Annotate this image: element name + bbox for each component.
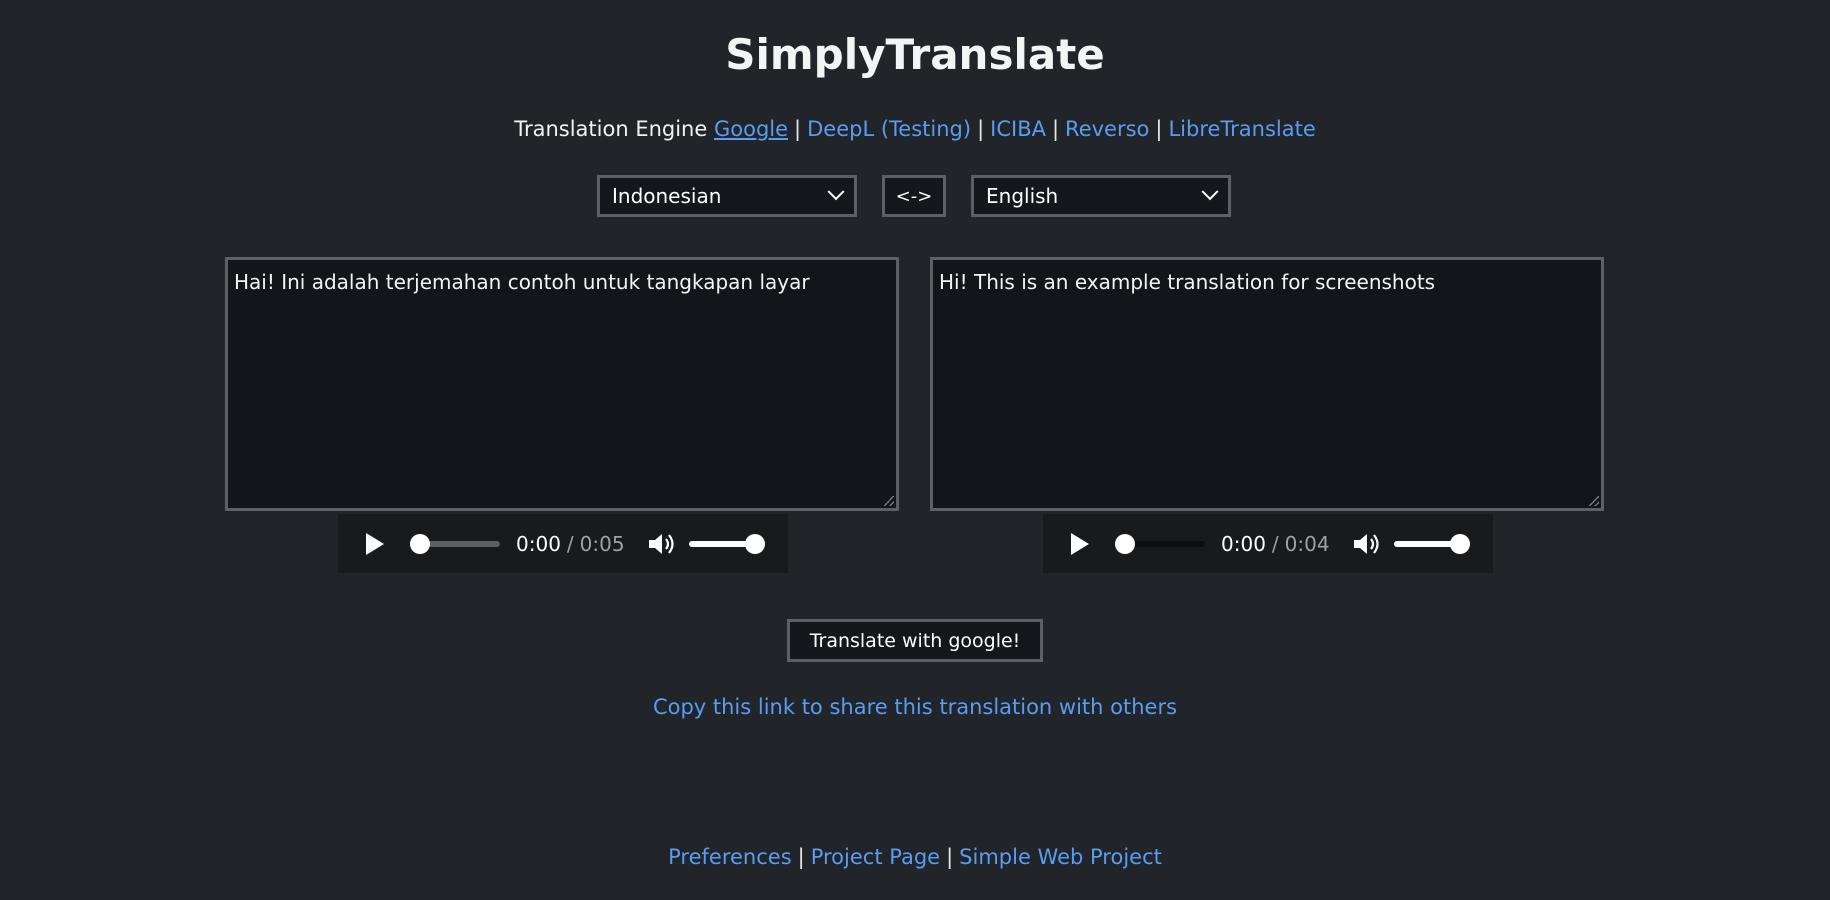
engine-separator: | [977, 117, 985, 141]
engine-link-iciba[interactable]: ICIBA [990, 117, 1046, 141]
seek-handle[interactable] [410, 533, 430, 554]
translate-button[interactable]: Translate with google! [787, 619, 1043, 662]
page-title: SimplyTranslate [725, 30, 1105, 79]
footer-link-preferences[interactable]: Preferences [668, 845, 792, 869]
footer-link-project-page[interactable]: Project Page [811, 845, 940, 869]
target-language-value: English [986, 184, 1059, 208]
resize-handle-icon[interactable] [884, 496, 894, 506]
page: SimplyTranslate Translation Engine Googl… [0, 0, 1830, 900]
engine-link-deepl[interactable]: DeepL (Testing) [807, 117, 971, 141]
source-language-select[interactable]: Indonesian [597, 175, 857, 217]
footer-separator: | [946, 845, 954, 869]
current-time: 0:00 [1221, 531, 1266, 556]
target-language-select[interactable]: English [971, 175, 1231, 217]
engine-separator: | [1051, 117, 1060, 141]
share-row: Copy this link to share this translation… [0, 693, 1830, 721]
source-audio-player: 0:00 / 0:05 [338, 514, 788, 573]
footer-separator: | [797, 845, 805, 869]
volume-slider[interactable] [1393, 533, 1470, 554]
duration: 0:04 [1284, 531, 1330, 556]
engine-label: Translation Engine [514, 117, 708, 141]
seek-slider[interactable] [1115, 533, 1205, 554]
swap-languages-button[interactable]: <-> [882, 175, 946, 217]
chevron-down-icon [1201, 183, 1219, 201]
play-icon[interactable] [1071, 532, 1089, 555]
footer: Preferences | Project Page | Simple Web Proj… [0, 843, 1830, 871]
play-icon[interactable] [366, 532, 384, 555]
source-language-value: Indonesian [612, 184, 722, 208]
engine-separator: | [1155, 117, 1163, 141]
share-translation-link[interactable]: Copy this link to share this translation… [653, 695, 1177, 719]
volume-handle[interactable] [1449, 533, 1470, 554]
volume-icon[interactable] [648, 533, 675, 555]
resize-handle-icon[interactable] [1589, 496, 1599, 506]
engine-selector: Translation Engine Google | DeepL (Testing… [0, 115, 1830, 143]
engine-link-reverso[interactable]: Reverso [1065, 117, 1149, 141]
volume-handle[interactable] [744, 533, 765, 554]
target-audio-player: 0:00 / 0:04 [1043, 514, 1493, 573]
time-separator: / [1271, 531, 1279, 556]
seek-handle[interactable] [1115, 533, 1135, 554]
volume-slider[interactable] [688, 533, 765, 554]
engine-link-libretranslate[interactable]: LibreTranslate [1168, 117, 1315, 141]
seek-slider[interactable] [410, 533, 500, 554]
current-time: 0:00 [516, 531, 561, 556]
translated-text-value: Hi! This is an example translation for s… [939, 270, 1436, 294]
engine-link-google[interactable]: Google [714, 117, 788, 141]
time-separator: / [566, 531, 574, 556]
engine-separator: | [794, 117, 802, 141]
footer-link-simple-web-project[interactable]: Simple Web Project [959, 845, 1162, 869]
source-text-input[interactable]: Hai! Ini adalah terjemahan contoh untuk … [225, 257, 899, 511]
chevron-down-icon [827, 183, 845, 201]
volume-icon[interactable] [1353, 533, 1380, 555]
source-text-value: Hai! Ini adalah terjemahan contoh untuk … [234, 270, 810, 294]
duration: 0:05 [579, 531, 625, 556]
translated-text-output[interactable]: Hi! This is an example translation for s… [930, 257, 1604, 511]
